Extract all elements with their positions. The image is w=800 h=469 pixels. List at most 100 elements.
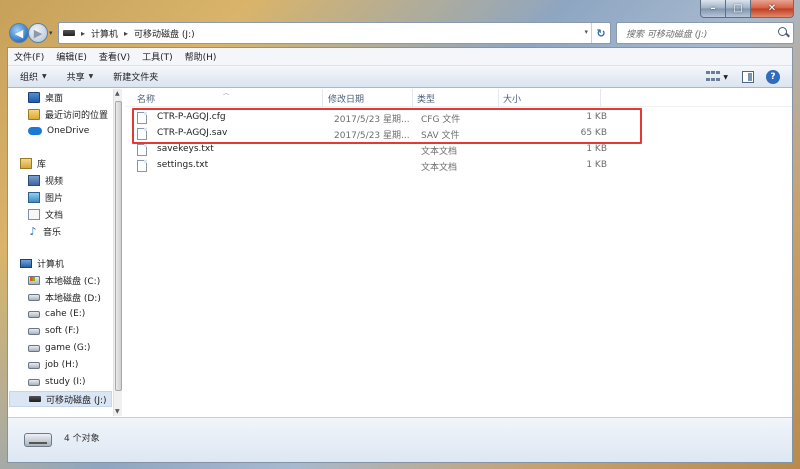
sidebar-item-pictures[interactable]: 图片 <box>28 189 63 205</box>
text-file-icon <box>137 160 147 172</box>
sidebar-item-music[interactable]: ♪ 音乐 <box>28 223 61 239</box>
menu-edit[interactable]: 编辑(E) <box>56 50 87 63</box>
desktop-icon <box>28 91 40 103</box>
scroll-up-icon[interactable]: ▲ <box>115 90 120 97</box>
sidebar-item-label: 可移动磁盘 (J:) <box>46 395 107 406</box>
view-options-dropdown-icon[interactable]: ▼ <box>723 74 728 81</box>
removable-drive-icon <box>29 396 41 402</box>
navigation-pane-scrollbar[interactable]: ▲ ▼ <box>113 89 122 416</box>
file-row[interactable]: settings.txt 文本文档 1 KB <box>137 159 607 174</box>
breadcrumb-separator-icon[interactable]: ▸ <box>124 29 128 38</box>
removable-drive-icon <box>24 433 52 447</box>
file-row[interactable]: savekeys.txt 文本文档 1 KB <box>137 143 607 158</box>
computer-icon <box>20 258 32 268</box>
sidebar-item-libraries[interactable]: 库 <box>20 155 46 171</box>
sidebar-item-drive-f[interactable]: soft (F:) <box>28 323 79 339</box>
column-header-type[interactable]: 类型 <box>417 92 435 105</box>
sidebar-item-label: 本地磁盘 (C:) <box>45 276 101 287</box>
column-header-size[interactable]: 大小 <box>503 92 521 105</box>
column-header-modified[interactable]: 修改日期 <box>328 92 364 105</box>
sort-indicator-icon: ︿ <box>223 90 230 97</box>
help-icon[interactable]: ? <box>766 70 780 84</box>
navigation-pane: 桌面 最近访问的位置 OneDrive 库 视频 图片 文档 ♪ 音乐 计算机 … <box>8 89 121 416</box>
organize-button[interactable]: 组织 ▼ <box>20 70 47 83</box>
sidebar-item-onedrive[interactable]: OneDrive <box>28 123 89 139</box>
back-button[interactable]: ◀ <box>9 23 29 43</box>
hard-drive-icon <box>28 293 40 301</box>
menu-file[interactable]: 文件(F) <box>14 50 44 63</box>
breadcrumb-removable-disk[interactable]: 可移动磁盘 (J:) <box>134 27 195 40</box>
scrollbar-thumb[interactable] <box>115 101 122 391</box>
sidebar-item-label: study (I:) <box>45 377 86 387</box>
breadcrumb-computer[interactable]: 计算机 <box>91 27 118 40</box>
column-divider[interactable] <box>412 89 413 107</box>
hard-drive-icon <box>28 344 40 352</box>
video-icon <box>28 174 40 186</box>
file-name: settings.txt <box>157 160 209 170</box>
sidebar-item-label: OneDrive <box>47 126 90 136</box>
recent-places-icon <box>28 108 40 120</box>
address-dropdown-icon[interactable]: ▾ <box>584 28 588 36</box>
navigation-bar: ◀ ▶ ▾ ▸ 计算机 ▸ 可移动磁盘 (J:) ▾ ↻ 搜索 可移动磁盘 (J… <box>0 20 800 46</box>
breadcrumb-separator-icon[interactable]: ▸ <box>81 29 85 38</box>
close-button[interactable]: ✕ <box>751 0 794 18</box>
search-placeholder: 搜索 可移动磁盘 (J:) <box>626 29 708 40</box>
caption-buttons: – □ ✕ <box>700 0 794 18</box>
refresh-icon[interactable]: ↻ <box>591 23 610 43</box>
scroll-down-icon[interactable]: ▼ <box>115 408 120 415</box>
sidebar-item-label: 计算机 <box>37 259 65 270</box>
recent-pages-dropdown[interactable]: ▾ <box>49 29 53 37</box>
sidebar-item-label: 本地磁盘 (D:) <box>45 293 101 304</box>
sidebar-item-documents[interactable]: 文档 <box>28 206 63 222</box>
column-divider[interactable] <box>600 89 601 107</box>
sidebar-item-drive-h[interactable]: job (H:) <box>28 357 78 373</box>
music-icon: ♪ <box>29 224 37 238</box>
sidebar-item-drive-g[interactable]: game (G:) <box>28 340 90 356</box>
menu-tools[interactable]: 工具(T) <box>142 50 173 63</box>
change-view-icon[interactable] <box>706 71 721 83</box>
preview-pane-icon[interactable] <box>742 71 754 83</box>
sidebar-item-label: game (G:) <box>45 343 91 353</box>
details-pane: 4 个对象 <box>8 417 792 462</box>
sidebar-item-label: 文档 <box>45 210 64 221</box>
sidebar-item-computer[interactable]: 计算机 <box>20 255 64 271</box>
removable-drive-icon <box>63 30 75 36</box>
column-divider[interactable] <box>322 89 323 107</box>
sidebar-item-drive-j[interactable]: 可移动磁盘 (J:) <box>9 391 112 407</box>
maximize-button[interactable]: □ <box>726 0 751 18</box>
sidebar-item-drive-e[interactable]: cahe (E:) <box>28 306 85 322</box>
file-type: 文本文档 <box>421 147 458 157</box>
pictures-icon <box>28 191 40 203</box>
column-divider[interactable] <box>498 89 499 107</box>
address-bar[interactable]: ▸ 计算机 ▸ 可移动磁盘 (J:) ▾ ↻ <box>58 22 611 44</box>
file-name: savekeys.txt <box>157 144 214 154</box>
documents-icon <box>28 208 40 220</box>
explorer-window: – □ ✕ ◀ ▶ ▾ ▸ 计算机 ▸ 可移动磁盘 (J:) ▾ ↻ 搜索 可移… <box>0 0 800 469</box>
column-headers: ︿ 名称 修改日期 类型 大小 <box>125 89 792 107</box>
sidebar-item-label: cahe (E:) <box>45 309 86 319</box>
forward-button[interactable]: ▶ <box>28 23 48 43</box>
search-input[interactable]: 搜索 可移动磁盘 (J:) <box>616 22 794 44</box>
sidebar-item-drive-d[interactable]: 本地磁盘 (D:) <box>28 289 101 305</box>
menu-help[interactable]: 帮助(H) <box>185 50 217 63</box>
sidebar-item-drive-i[interactable]: study (I:) <box>28 374 86 390</box>
file-list: ︿ 名称 修改日期 类型 大小 CTR-P-AGQJ.cfg 2017/5/23… <box>125 89 792 416</box>
sidebar-item-videos[interactable]: 视频 <box>28 172 63 188</box>
sidebar-item-label: 库 <box>37 159 47 170</box>
system-drive-icon <box>28 275 40 285</box>
hard-drive-icon <box>28 310 40 318</box>
file-size: 1 KB <box>586 160 607 170</box>
sidebar-item-recent-places[interactable]: 最近访问的位置 <box>28 106 108 122</box>
sidebar-item-drive-c[interactable]: 本地磁盘 (C:) <box>28 272 100 288</box>
share-button[interactable]: 共享 ▼ <box>67 70 94 83</box>
onedrive-icon <box>28 127 42 135</box>
sidebar-item-desktop[interactable]: 桌面 <box>28 89 63 105</box>
new-folder-button[interactable]: 新建文件夹 <box>113 70 158 83</box>
minimize-button[interactable]: – <box>700 0 726 18</box>
menu-view[interactable]: 查看(V) <box>99 50 130 63</box>
menu-bar: 文件(F) 编辑(E) 查看(V) 工具(T) 帮助(H) <box>8 48 792 66</box>
column-header-name[interactable]: 名称 <box>137 92 155 105</box>
share-label: 共享 <box>66 73 85 83</box>
search-icon[interactable] <box>775 24 793 42</box>
organize-label: 组织 <box>20 73 39 83</box>
